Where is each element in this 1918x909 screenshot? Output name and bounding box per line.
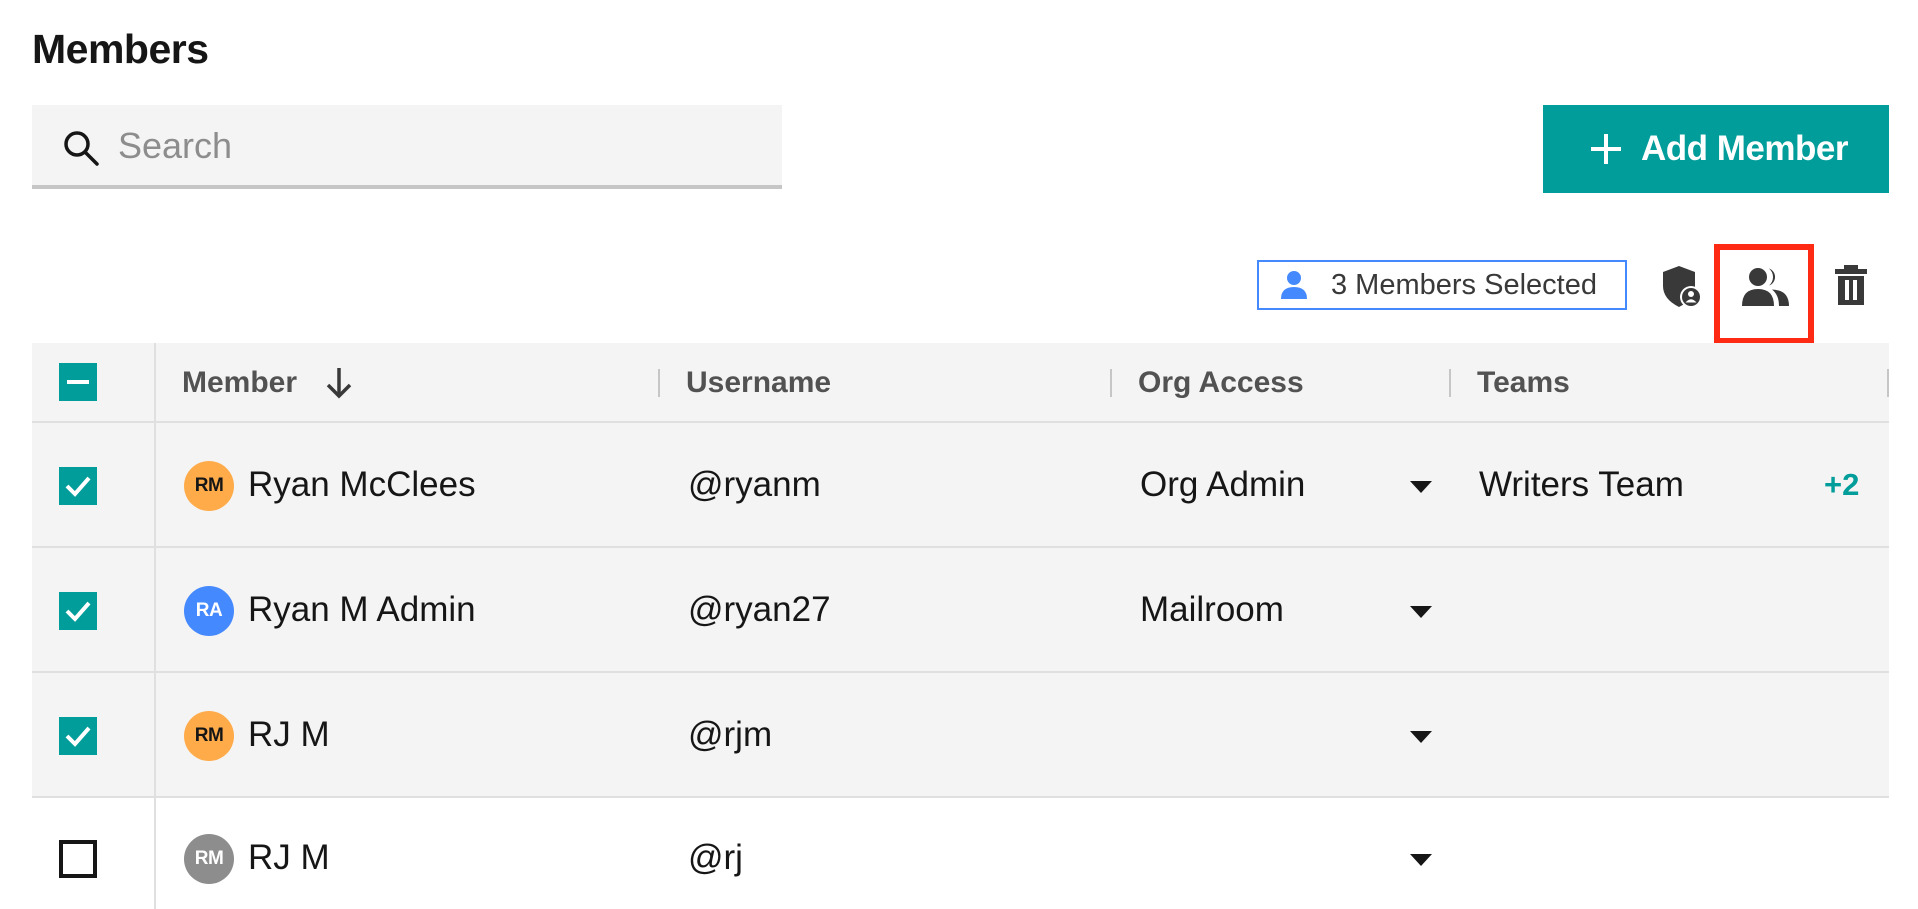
org-access-value[interactable]: Org Admin	[1140, 465, 1305, 505]
chevron-down-icon[interactable]	[1410, 481, 1432, 493]
add-member-button[interactable]: Add Member	[1543, 105, 1889, 193]
table-row[interactable]: RM Ryan McClees @ryanm Org Admin Writers…	[32, 423, 1889, 548]
avatar: RM	[184, 461, 234, 511]
table-row[interactable]: RM RJ M @rj	[32, 798, 1889, 909]
group-icon[interactable]	[1741, 266, 1791, 308]
column-separator[interactable]	[1449, 369, 1451, 397]
shield-user-icon[interactable]	[1660, 264, 1704, 310]
avatar: RA	[184, 586, 234, 636]
checkmark-icon	[65, 476, 91, 497]
chevron-down-icon[interactable]	[1410, 854, 1432, 866]
search-field[interactable]	[32, 105, 782, 189]
column-divider	[154, 343, 156, 909]
page-title: Members	[32, 26, 209, 72]
username: @rj	[688, 838, 743, 877]
avatar: RM	[184, 711, 234, 761]
team-name: Writers Team	[1479, 465, 1684, 504]
trash-icon[interactable]	[1834, 264, 1868, 306]
table-header: Member Username Org Access Teams	[32, 343, 1889, 423]
selection-badge: 3 Members Selected	[1257, 260, 1627, 310]
chevron-down-icon[interactable]	[1410, 606, 1432, 618]
column-separator[interactable]	[1887, 369, 1889, 397]
row-checkbox[interactable]	[59, 717, 97, 755]
username: @ryan27	[688, 590, 831, 629]
member-name: RJ M	[248, 838, 330, 877]
column-separator[interactable]	[1110, 369, 1112, 397]
minus-icon	[67, 380, 89, 384]
search-icon	[64, 131, 99, 166]
header-member[interactable]: Member	[182, 343, 352, 423]
select-all-checkbox[interactable]	[59, 363, 97, 401]
more-teams-badge[interactable]: +2	[1824, 467, 1859, 503]
header-org-access[interactable]: Org Access	[1138, 343, 1304, 423]
row-checkbox[interactable]	[59, 840, 97, 878]
avatar: RM	[184, 834, 234, 884]
row-checkbox[interactable]	[59, 592, 97, 630]
members-table: Member Username Org Access Teams RM Ryan…	[32, 343, 1889, 909]
checkmark-icon	[65, 601, 91, 622]
header-username-label: Username	[686, 366, 832, 399]
sort-arrow-down-icon[interactable]	[324, 366, 354, 400]
member-name: RJ M	[248, 715, 330, 754]
table-row[interactable]: RA Ryan M Admin @ryan27 Mailroom	[32, 548, 1889, 673]
username: @ryanm	[688, 465, 821, 504]
header-org-access-label: Org Access	[1138, 366, 1304, 399]
person-icon	[1281, 271, 1307, 299]
search-input[interactable]	[116, 105, 760, 187]
add-member-label: Add Member	[1641, 129, 1848, 168]
header-member-label: Member	[182, 366, 298, 399]
plus-icon	[1591, 134, 1621, 164]
row-checkbox[interactable]	[59, 467, 97, 505]
header-username[interactable]: Username	[686, 343, 831, 423]
checkmark-icon	[65, 726, 91, 747]
column-separator[interactable]	[658, 369, 660, 397]
member-name: Ryan M Admin	[248, 590, 476, 629]
org-access-value[interactable]: Mailroom	[1140, 590, 1284, 630]
username: @rjm	[688, 715, 773, 754]
selection-label: 3 Members Selected	[1331, 268, 1597, 301]
header-teams-label: Teams	[1477, 366, 1570, 399]
header-teams[interactable]: Teams	[1477, 343, 1570, 423]
table-row[interactable]: RM RJ M @rjm	[32, 673, 1889, 798]
chevron-down-icon[interactable]	[1410, 731, 1432, 743]
member-name: Ryan McClees	[248, 465, 476, 504]
